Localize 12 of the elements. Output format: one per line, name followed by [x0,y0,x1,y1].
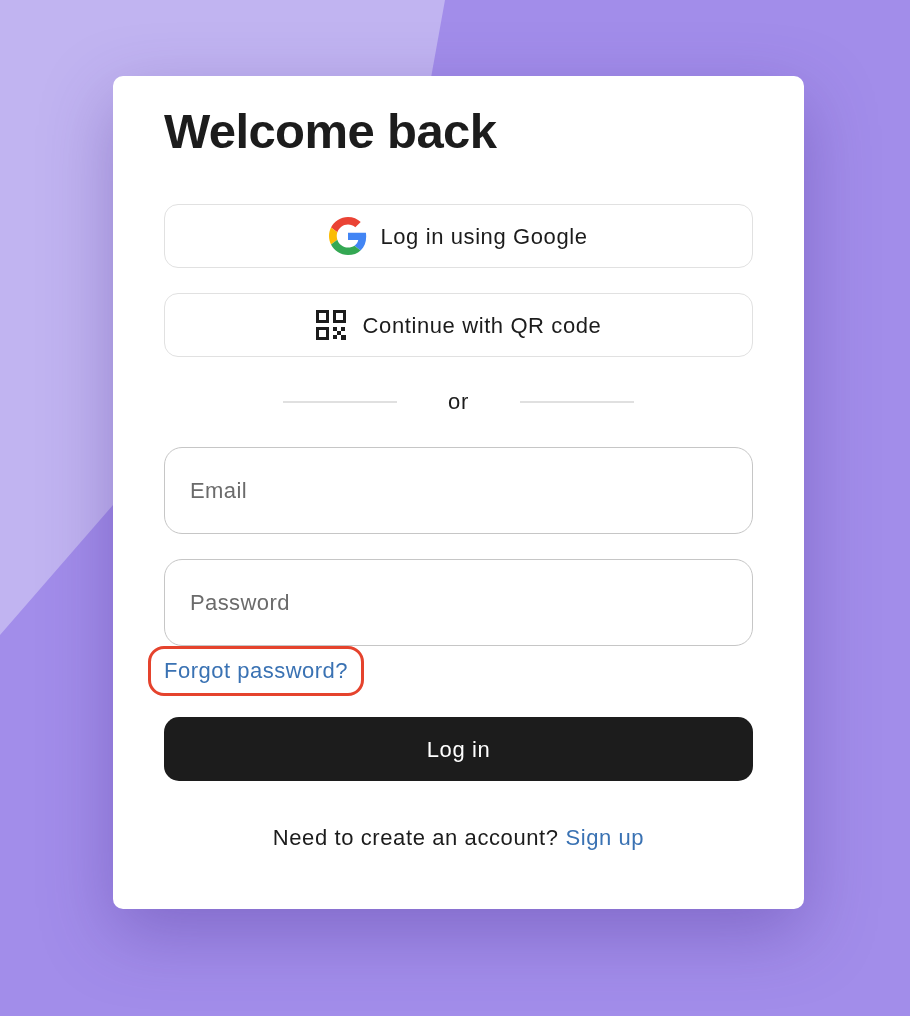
login-button[interactable]: Log in [164,717,753,781]
google-g-icon [329,217,368,255]
qr-code-button[interactable]: Continue with QR code [164,293,753,357]
divider-label: or [448,390,469,414]
forgot-password-link[interactable]: Forgot password? [164,659,349,683]
qr-code-icon [315,310,346,340]
google-login-button[interactable]: Log in using Google [164,204,753,268]
sign-up-link[interactable]: Sign up [565,825,645,850]
password-field[interactable]: Password [164,559,753,646]
page-heading: Welcome back [164,103,497,160]
signup-prompt: Need to create an account? Sign up [271,826,646,850]
email-field[interactable]: Email [164,447,753,534]
